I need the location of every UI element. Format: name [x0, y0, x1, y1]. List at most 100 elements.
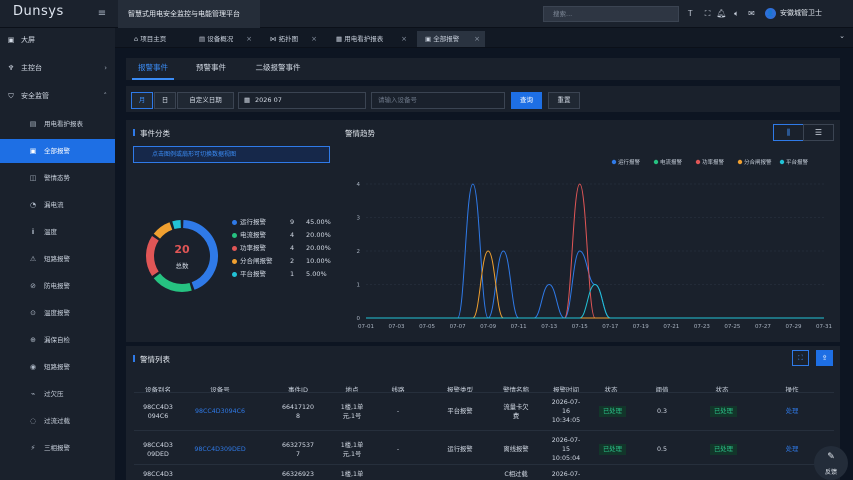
- leak-icon: ◔: [29, 201, 37, 209]
- top-bar: Dunsys ≡ 智慧式用电安全监控与电能管理平台 搜索... Ꭲ ⛶ 🔔︎ 🔈…: [0, 0, 853, 28]
- category-legend-item[interactable]: 电流报警 4 20.00%: [232, 229, 334, 241]
- device-number-input[interactable]: 请输入设备号: [371, 92, 505, 109]
- menu-toggle-icon[interactable]: ≡: [96, 8, 108, 20]
- legend-label[interactable]: 分合闸报警: [744, 158, 772, 166]
- fullscreen-icon[interactable]: ⛶: [702, 8, 713, 19]
- close-icon[interactable]: ×: [401, 31, 407, 47]
- message-icon[interactable]: ✉: [746, 8, 757, 19]
- sidebar-item-security[interactable]: ⛉ 安全监管 ˄: [0, 85, 115, 107]
- custom-date-button[interactable]: 自定义日期: [177, 92, 234, 109]
- close-icon[interactable]: ×: [246, 31, 252, 47]
- sidebar-subitem[interactable]: ⅱ 温度: [0, 220, 115, 244]
- list-icon[interactable]: ☰: [803, 124, 834, 141]
- tab-alarm[interactable]: ▣ 全部报警 ×: [417, 31, 485, 47]
- row-divider: [134, 392, 834, 393]
- shield-icon: ⛉: [8, 92, 14, 100]
- user-name[interactable]: 安徽城管卫士: [780, 8, 822, 19]
- reset-button[interactable]: 重置: [548, 92, 580, 109]
- trend-chart[interactable]: 0 1 2 3 4 07-01 07-03 07-05 07-07 07-09 07-11 07-13…: [340, 150, 838, 338]
- sidebar-subitem[interactable]: ◔ 漏电流: [0, 193, 115, 217]
- tab-secondary-alarm-events[interactable]: 二级报警事件: [248, 58, 308, 80]
- tab-home[interactable]: ⌂ 项目主页: [126, 31, 186, 47]
- sidebar-item-screen[interactable]: ▣ 大屏: [0, 29, 115, 51]
- screen-icon: ▣: [7, 36, 15, 44]
- y-tick-label: 0: [357, 316, 361, 322]
- tab-warning-events[interactable]: 预警事件: [190, 58, 232, 80]
- donut-slice[interactable]: [153, 222, 173, 239]
- sidebar-subitem[interactable]: ▣ 全部报警: [0, 139, 115, 163]
- legend-label[interactable]: 平台报警: [786, 158, 809, 166]
- alarm-list-title: 警情列表: [140, 355, 170, 364]
- sidebar-subitem[interactable]: ⚠ 短路报警: [0, 247, 115, 271]
- month-value: 2026 07: [255, 96, 282, 104]
- legend-name: 分合闸报警: [240, 257, 273, 265]
- table-cell: -: [396, 408, 400, 415]
- query-button[interactable]: 查询: [511, 92, 542, 109]
- legend-name: 运行报警: [240, 218, 266, 226]
- close-icon[interactable]: ×: [474, 31, 480, 47]
- chevron-down-icon[interactable]: ⌄: [839, 32, 845, 40]
- export-icon[interactable]: ⇪: [816, 350, 833, 366]
- sidebar-subitem[interactable]: ▤ 用电看护报表: [0, 112, 115, 136]
- volume-icon[interactable]: 🔈︎: [731, 8, 742, 19]
- sidebar-item-console[interactable]: ♆ 主控台 ›: [0, 57, 115, 79]
- voltage-icon: ⌁: [30, 390, 36, 398]
- x-tick-label: 07-03: [389, 324, 405, 330]
- donut-slice[interactable]: [146, 236, 159, 276]
- month-picker[interactable]: ▦ 2026 07: [238, 92, 366, 109]
- device-link[interactable]: 98CC4D309DED: [188, 445, 252, 454]
- tab-topology[interactable]: ⋈ 拓扑图 ×: [262, 31, 322, 47]
- category-legend-item[interactable]: 分合闸报警 2 10.00%: [232, 255, 334, 267]
- font-size-icon[interactable]: Ꭲ: [685, 8, 696, 19]
- x-tick-label: 07-09: [480, 324, 496, 330]
- table-cell: 2026-07- 16 10:34:05: [551, 399, 581, 424]
- bell-icon[interactable]: 🔔︎: [716, 8, 727, 19]
- thermometer-icon: ⅱ: [31, 228, 35, 236]
- feedback-button[interactable]: ✎ 反馈: [814, 446, 848, 480]
- process-link[interactable]: 处理: [760, 407, 824, 416]
- sidebar-subitem[interactable]: ◉ 短路报警: [0, 355, 115, 379]
- expand-icon[interactable]: ⛶: [792, 350, 809, 366]
- legend-dot: [232, 233, 237, 238]
- user-avatar[interactable]: 👤: [765, 8, 776, 19]
- tab-device[interactable]: ▤ 设备概况 ×: [191, 31, 257, 47]
- search-input[interactable]: 搜索...: [543, 6, 679, 22]
- bar-chart-icon[interactable]: ⫼: [773, 124, 804, 141]
- close-icon[interactable]: ×: [311, 31, 317, 47]
- category-legend-item[interactable]: 平台报警 1 5.00%: [232, 268, 334, 280]
- category-legend-item[interactable]: 运行报警 9 45.00%: [232, 216, 334, 228]
- tab-report[interactable]: ▦ 用电看护报表 ×: [328, 31, 412, 47]
- sidebar-subitem[interactable]: ⊕ 漏保自检: [0, 328, 115, 352]
- sidebar-subitem[interactable]: ◫ 警情态势: [0, 166, 115, 190]
- sidebar-subitem-label: 温度报警: [44, 309, 70, 317]
- logo: Dunsys: [13, 4, 64, 19]
- legend-count: 4: [290, 231, 295, 239]
- sidebar-subitem[interactable]: ◌ 过流过载: [0, 409, 115, 433]
- device-link[interactable]: 98CC4D3094C6: [188, 407, 252, 416]
- legend-label[interactable]: 运行报警: [618, 158, 641, 166]
- category-legend-item[interactable]: 功率报警 4 20.00%: [232, 242, 334, 254]
- donut-slice[interactable]: [172, 220, 181, 230]
- sidebar-subitem[interactable]: ⊙ 温度报警: [0, 301, 115, 325]
- sidebar-subitem-label: 短路报警: [44, 363, 70, 371]
- sidebar-subitem[interactable]: ⚡ 三相报警: [0, 436, 115, 460]
- temp-alarm-icon: ⊙: [30, 309, 36, 317]
- report-icon: ▦: [336, 35, 345, 43]
- legend-name: 平台报警: [240, 270, 266, 278]
- sidebar-subitem[interactable]: ⌁ 过欠压: [0, 382, 115, 406]
- shortcircuit-icon: ⚠: [29, 255, 37, 263]
- month-button[interactable]: 月: [131, 92, 153, 109]
- y-tick-label: 2: [357, 249, 361, 255]
- sidebar: ▣ 大屏 ♆ 主控台 › ⛉ 安全监管 ˄ ▤ 用电看护报表 ▣ 全部报警 ◫ 警情态势 ◔…: [0, 28, 115, 480]
- tab-alarm-events[interactable]: 报警事件: [132, 58, 174, 80]
- sidebar-subitem[interactable]: ⊘ 防电报警: [0, 274, 115, 298]
- category-donut[interactable]: 20 总数: [138, 212, 226, 300]
- tab-label: 拓扑图: [278, 35, 299, 43]
- day-button[interactable]: 日: [154, 92, 176, 109]
- donut-slice[interactable]: [153, 273, 192, 292]
- legend-label[interactable]: 功率报警: [702, 158, 725, 166]
- page-tab-bar: ⌂ 项目主页 ▤ 设备概况 × ⋈ 拓扑图 × ▦ 用电看护报表 × ▣ 全部报警 × ⌄: [115, 28, 853, 48]
- legend-label[interactable]: 电流报警: [660, 158, 683, 166]
- table-cell: 98CC4D3: [143, 471, 173, 478]
- legend-dot: [232, 246, 237, 251]
